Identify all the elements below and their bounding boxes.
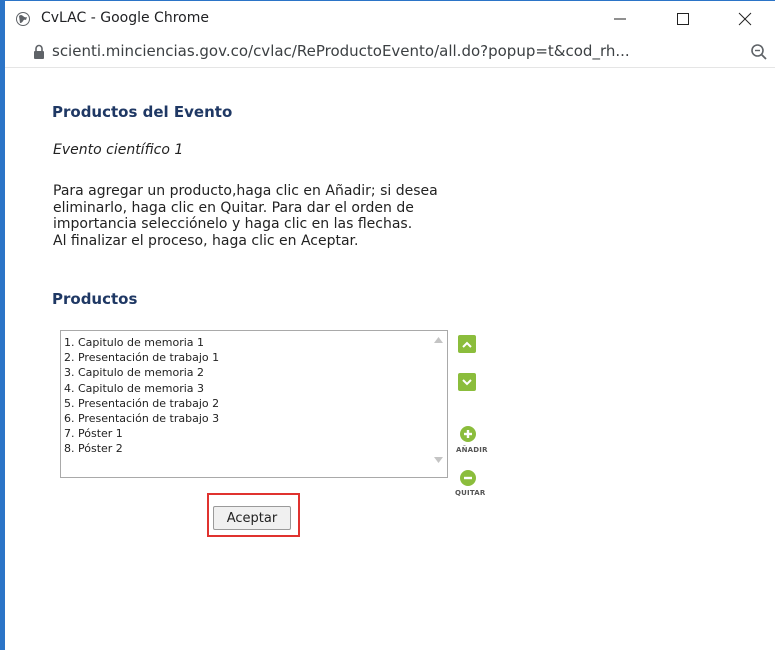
list-item[interactable]: 7. Póster 1 bbox=[64, 426, 219, 441]
products-listbox[interactable]: 1. Capitulo de memoria 1 2. Presentación… bbox=[60, 330, 448, 478]
instruction-line: Al finalizar el proceso, haga clic en Ac… bbox=[53, 232, 359, 249]
chevron-up-icon bbox=[462, 341, 472, 348]
add-label[interactable]: AÑADIR bbox=[456, 446, 488, 454]
chevron-down-icon bbox=[462, 378, 472, 385]
plus-icon bbox=[464, 430, 472, 438]
remove-button[interactable] bbox=[460, 470, 476, 486]
accept-button[interactable]: Aceptar bbox=[213, 506, 291, 530]
move-up-button[interactable] bbox=[458, 335, 476, 353]
page-content: Productos del Evento Evento científico 1… bbox=[5, 68, 775, 650]
instructions: Para agregar un producto,haga clic en Añ… bbox=[53, 183, 508, 249]
minimize-icon bbox=[614, 18, 626, 20]
scroll-down-arrow-icon[interactable] bbox=[434, 457, 443, 463]
instruction-line: Para agregar un producto,haga clic en Añ… bbox=[53, 183, 438, 199]
url-text[interactable]: scienti.minciencias.gov.co/cvlac/ReProdu… bbox=[52, 42, 630, 60]
chrome-globe-icon bbox=[16, 12, 30, 26]
list-item[interactable]: 1. Capitulo de memoria 1 bbox=[64, 335, 219, 350]
list-item[interactable]: 3. Capitulo de memoria 2 bbox=[64, 365, 219, 380]
window-title: CvLAC - Google Chrome bbox=[41, 10, 209, 26]
add-button[interactable] bbox=[460, 426, 476, 442]
maximize-icon bbox=[677, 13, 689, 25]
instruction-line: importancia selecciónelo y haga clic en … bbox=[53, 216, 413, 232]
list-item[interactable]: 4. Capitulo de memoria 3 bbox=[64, 381, 219, 396]
list-item[interactable]: 5. Presentación de trabajo 2 bbox=[64, 396, 219, 411]
title-bar[interactable]: CvLAC - Google Chrome bbox=[5, 0, 775, 36]
list-item[interactable]: 8. Póster 2 bbox=[64, 441, 219, 456]
page-title: Productos del Evento bbox=[52, 103, 233, 121]
minimize-button[interactable] bbox=[590, 1, 650, 37]
list-item[interactable]: 2. Presentación de trabajo 1 bbox=[64, 350, 219, 365]
scroll-up-arrow-icon[interactable] bbox=[434, 337, 443, 343]
close-icon bbox=[738, 12, 752, 26]
zoom-icon[interactable] bbox=[750, 43, 768, 61]
remove-label[interactable]: QUITAR bbox=[455, 489, 485, 497]
instruction-line: eliminarlo, haga clic en Quitar. Para da… bbox=[53, 199, 414, 216]
list-item[interactable]: 6. Presentación de trabajo 3 bbox=[64, 411, 219, 426]
lock-icon bbox=[34, 44, 44, 59]
close-button[interactable] bbox=[715, 1, 775, 37]
move-down-button[interactable] bbox=[458, 373, 476, 391]
listbox-scrollbar[interactable] bbox=[430, 331, 447, 477]
minus-icon bbox=[464, 476, 472, 480]
products-heading: Productos bbox=[52, 290, 138, 308]
address-bar[interactable]: scienti.minciencias.gov.co/cvlac/ReProdu… bbox=[5, 36, 775, 68]
maximize-button[interactable] bbox=[653, 1, 713, 37]
event-name: Evento científico 1 bbox=[53, 142, 184, 158]
